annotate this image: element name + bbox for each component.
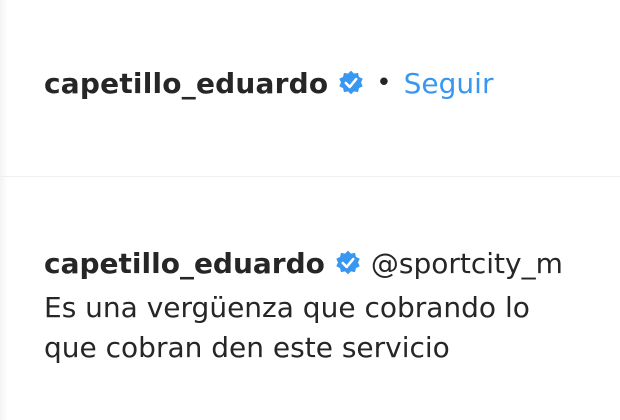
comment-username-link[interactable]: capetillo_eduardo: [44, 247, 325, 280]
verified-badge-icon: [336, 250, 360, 275]
comment-text: Es una vergüenza que cobrando lo que cob…: [44, 288, 620, 368]
comment-text-line: que cobran den este servicio: [44, 331, 450, 364]
comment-text-line: Es una vergüenza que cobrando lo: [44, 291, 530, 324]
mention-link[interactable]: @sportcity_m: [371, 247, 563, 280]
header-username-link[interactable]: capetillo_eduardo: [44, 67, 328, 100]
comment-head: capetillo_eduardo @sportcity_m: [44, 242, 620, 284]
post-panel: capetillo_eduardo • Seguir capetillo_edu…: [0, 0, 620, 420]
post-header-row: capetillo_eduardo • Seguir: [44, 60, 493, 106]
follow-button[interactable]: Seguir: [404, 67, 494, 100]
post-header: capetillo_eduardo • Seguir: [0, 0, 620, 177]
header-separator: •: [376, 68, 392, 98]
caption-comment: capetillo_eduardo @sportcity_m Es una ve…: [44, 242, 620, 368]
verified-badge-icon: [339, 70, 363, 95]
